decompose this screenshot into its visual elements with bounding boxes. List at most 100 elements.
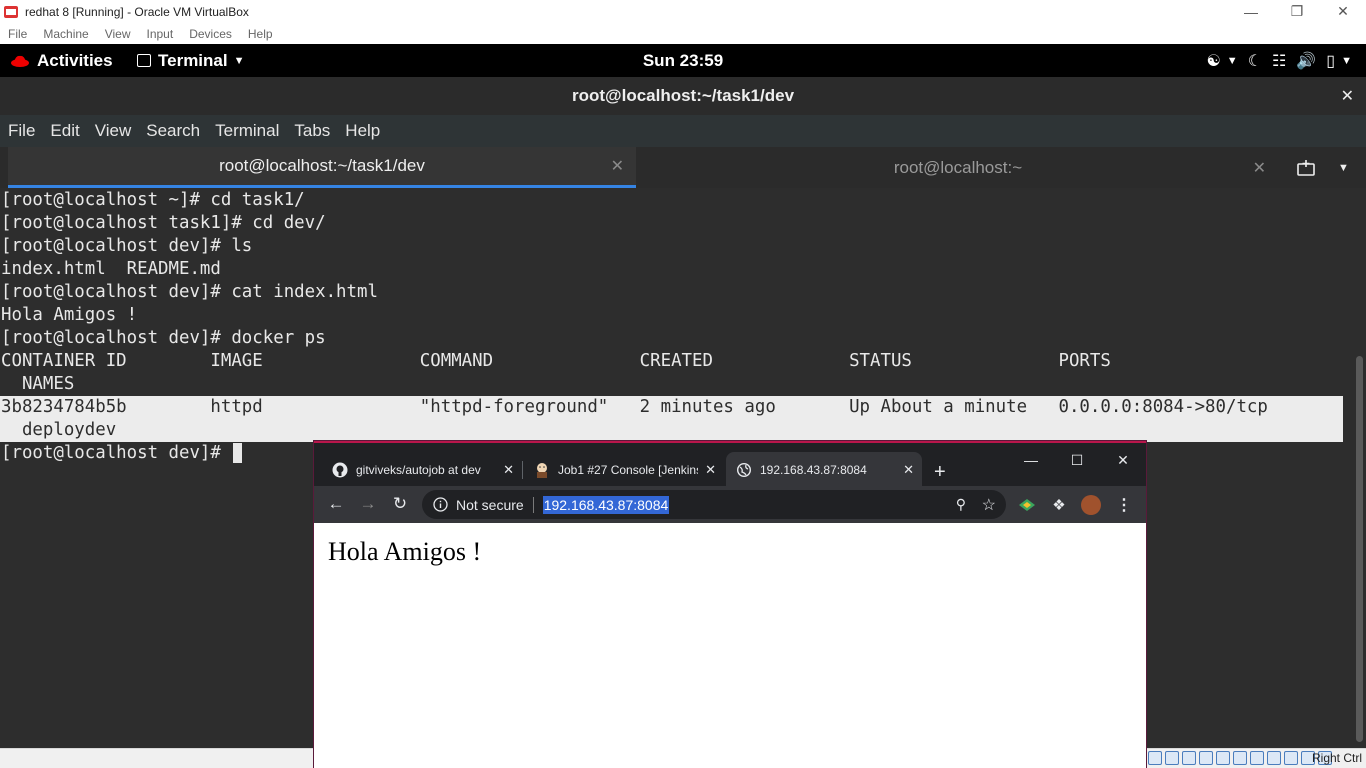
chevron-down-icon: ▼ xyxy=(1226,54,1238,67)
close-tab-icon[interactable]: ✕ xyxy=(611,156,624,176)
url-text[interactable]: 192.168.43.87:8084 xyxy=(542,495,670,514)
chrome-toolbar: ← → ↻ Not secure 192.168.43.87:8084 ⚲ ☆ … xyxy=(314,486,1146,523)
vb-menu-file[interactable]: File xyxy=(8,27,27,41)
host-key-label: Right Ctrl xyxy=(1311,751,1362,765)
tab-label: 192.168.43.87:8084 xyxy=(760,463,867,477)
more-menu-icon[interactable]: ⋮ xyxy=(1114,495,1134,515)
docker-ps-row-names-selected: deploydev xyxy=(0,419,1343,442)
chrome-minimize-button[interactable]: — xyxy=(1008,445,1054,475)
chevron-down-icon: ▼ xyxy=(1341,54,1352,67)
address-bar[interactable]: Not secure 192.168.43.87:8084 ⚲ ☆ xyxy=(422,490,1006,519)
virtualbox-titlebar: redhat 8 [Running] - Oracle VM VirtualBo… xyxy=(0,0,1366,23)
battery-icon: ▯ xyxy=(1326,52,1336,70)
new-tab-plus-icon[interactable]: + xyxy=(934,461,946,484)
vb-menu-devices[interactable]: Devices xyxy=(189,27,232,41)
shared-folder-icon[interactable] xyxy=(1233,751,1247,765)
terminal-line: index.html README.md xyxy=(1,259,221,279)
tab-menu-chevron-down-icon[interactable]: ▼ xyxy=(1338,147,1349,188)
virtualbox-menubar: File Machine View Input Devices Help xyxy=(0,23,1366,44)
usb-icon[interactable] xyxy=(1216,751,1230,765)
terminal-line: [root@localhost dev]# docker ps xyxy=(1,328,326,348)
docker-ps-header: CONTAINER ID IMAGE COMMAND CREATED STATU… xyxy=(1,351,1111,371)
terminal-line: [root@localhost task1]# cd dev/ xyxy=(1,213,326,233)
tab-label: root@localhost:~/task1/dev xyxy=(219,156,425,175)
docker-ps-header-names: NAMES xyxy=(1,374,75,394)
video-capture-icon[interactable] xyxy=(1267,751,1281,765)
terminal-tab-bar: root@localhost:~/task1/dev ✕ root@localh… xyxy=(0,147,1366,188)
menu-tabs[interactable]: Tabs xyxy=(294,121,330,141)
accessibility-icon[interactable]: ☯ xyxy=(1206,51,1220,71)
virtualbox-app-icon xyxy=(4,5,18,18)
system-tray[interactable]: ☯ ▼ ☾ ☷ 🔊 ▯ ▼ xyxy=(1206,44,1352,77)
terminal-line: [root@localhost ~]# cd task1/ xyxy=(1,190,305,210)
optical-drive-icon[interactable] xyxy=(1165,751,1179,765)
forward-arrow-icon[interactable]: → xyxy=(355,492,381,516)
new-tab-icon[interactable] xyxy=(1295,147,1317,188)
terminal-titlebar: root@localhost:~/task1/dev ✕ xyxy=(0,77,1366,115)
browser-tab-jenkins[interactable]: Job1 #27 Console [Jenkins] ✕ xyxy=(524,452,724,488)
close-button[interactable]: ✕ xyxy=(1320,0,1366,23)
browser-tab-github[interactable]: gitviveks/autojob at dev ✕ xyxy=(322,452,523,488)
close-tab-icon[interactable]: ✕ xyxy=(903,462,914,478)
vb-menu-view[interactable]: View xyxy=(105,27,131,41)
menu-file[interactable]: File xyxy=(8,121,35,141)
terminal-scrollbar[interactable] xyxy=(1356,356,1363,742)
network-adapter-icon[interactable] xyxy=(1199,751,1213,765)
close-tab-icon[interactable]: ✕ xyxy=(503,462,514,478)
globe-icon xyxy=(736,462,752,478)
menu-terminal[interactable]: Terminal xyxy=(215,121,279,141)
bookmark-star-icon[interactable]: ☆ xyxy=(982,495,996,515)
clock[interactable]: Sun 23:59 xyxy=(0,44,1366,77)
back-arrow-icon[interactable]: ← xyxy=(323,492,349,516)
chrome-maximize-button[interactable]: ☐ xyxy=(1054,445,1100,475)
hard-disk-icon[interactable] xyxy=(1148,751,1162,765)
vb-menu-input[interactable]: Input xyxy=(147,27,174,41)
reload-icon[interactable]: ↻ xyxy=(387,492,413,516)
restore-button[interactable]: ❐ xyxy=(1274,0,1320,23)
terminal-prompt[interactable]: [root@localhost dev]# xyxy=(1,442,243,465)
chrome-close-button[interactable]: ✕ xyxy=(1100,445,1146,475)
page-text: Hola Amigos ! xyxy=(328,537,482,566)
prompt-text: [root@localhost dev]# xyxy=(1,443,232,463)
terminal-line: [root@localhost dev]# ls xyxy=(1,236,253,256)
terminal-tab-home[interactable]: root@localhost:~ ✕ xyxy=(638,147,1278,188)
terminal-tab-task1-dev[interactable]: root@localhost:~/task1/dev ✕ xyxy=(8,147,636,188)
profile-avatar[interactable] xyxy=(1081,495,1101,515)
jenkins-icon xyxy=(534,462,550,478)
night-light-icon: ☾ xyxy=(1247,52,1263,70)
zoom-icon[interactable]: ⚲ xyxy=(956,496,966,513)
close-tab-icon[interactable]: ✕ xyxy=(1253,158,1266,178)
menu-help[interactable]: Help xyxy=(345,121,380,141)
security-label[interactable]: Not secure xyxy=(456,497,524,513)
tab-label: root@localhost:~ xyxy=(893,157,1023,177)
tab-label: gitviveks/autojob at dev xyxy=(356,463,481,477)
github-icon xyxy=(332,462,348,478)
close-tab-icon[interactable]: ✕ xyxy=(705,462,716,478)
vb-menu-help[interactable]: Help xyxy=(248,27,273,41)
terminal-window-title: root@localhost:~/task1/dev xyxy=(571,86,795,105)
terminal-line: Hola Amigos ! xyxy=(1,305,138,325)
text-cursor xyxy=(233,443,243,463)
extensions-puzzle-icon[interactable]: ❖ xyxy=(1049,495,1069,515)
extension-icon[interactable] xyxy=(1017,495,1037,515)
virtualbox-window-title: redhat 8 [Running] - Oracle VM VirtualBo… xyxy=(25,4,249,19)
terminal-line: [root@localhost dev]# cat index.html xyxy=(1,282,378,302)
display-icon[interactable] xyxy=(1250,751,1264,765)
info-icon[interactable] xyxy=(432,497,448,513)
minimize-button[interactable]: — xyxy=(1228,0,1274,23)
chrome-window: gitviveks/autojob at dev ✕ Job1 #27 Cons… xyxy=(314,441,1146,768)
audio-icon[interactable] xyxy=(1182,751,1196,765)
menu-view[interactable]: View xyxy=(95,121,132,141)
web-page-content: Hola Amigos ! xyxy=(314,523,1146,768)
vb-menu-machine[interactable]: Machine xyxy=(43,27,88,41)
menu-edit[interactable]: Edit xyxy=(50,121,79,141)
menu-search[interactable]: Search xyxy=(146,121,200,141)
network-icon: ☷ xyxy=(1272,52,1287,70)
browser-tab-active[interactable]: 192.168.43.87:8084 ✕ xyxy=(726,452,922,488)
close-icon[interactable]: ✕ xyxy=(1341,77,1354,115)
gnome-top-bar: Activities Terminal ▼ Sun 23:59 ☯ ▼ ☾ ☷ … xyxy=(0,44,1366,77)
tab-label: Job1 #27 Console [Jenkins] xyxy=(558,463,698,477)
cpu-icon[interactable] xyxy=(1284,751,1298,765)
docker-ps-row-selected: 3b8234784b5b httpd "httpd-foreground" 2 … xyxy=(0,396,1343,419)
terminal-menubar: File Edit View Search Terminal Tabs Help xyxy=(0,115,1366,147)
